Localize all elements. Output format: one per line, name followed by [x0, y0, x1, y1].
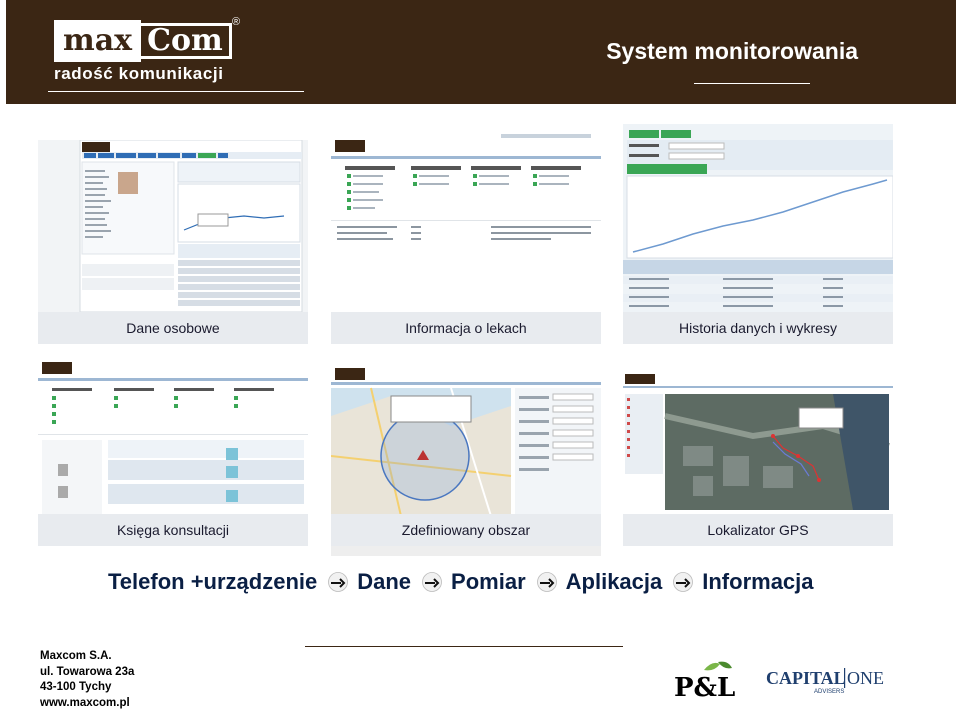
right-arrow-icon [328, 572, 349, 592]
maxcom-logo: max Com ® [54, 16, 240, 62]
tile-history-chart-screenshot [623, 124, 893, 312]
company-address: Maxcom S.A. ul. Towarowa 23a 43-100 Tych… [40, 649, 134, 711]
history-chart-screenshot-image [623, 124, 893, 312]
flow-step-information: Informacja [702, 569, 814, 594]
right-arrow-icon [536, 572, 557, 592]
flow-step-data: Dane [357, 569, 412, 594]
tile-consultation-book-screenshot [38, 356, 308, 514]
tagline-underline [48, 91, 304, 92]
caption-medication-info: Informacja o lekach [331, 312, 601, 344]
company-name: Maxcom S.A. [40, 650, 112, 662]
footer-divider [305, 646, 623, 647]
svg-text:P&L: P&L [674, 673, 735, 700]
svg-text:CAPITAL: CAPITAL [766, 668, 846, 688]
tagline: radość komunikacji [54, 64, 224, 83]
registered-mark: ® [232, 16, 241, 28]
tile-personal-data-screenshot [38, 140, 308, 312]
caption-defined-area: Zdefiniowany obszar [331, 514, 601, 546]
process-flow: Telefon +urządzenie Dane Pomiar Aplikacj… [108, 569, 814, 595]
medication-info-screenshot-image [331, 124, 601, 312]
svg-text:ONE: ONE [847, 668, 884, 688]
flow-step-phone-device: Telefon +urządzenie [108, 569, 318, 594]
street-address: ul. Towarowa 23a [40, 665, 135, 678]
flow-step-measurement: Pomiar [451, 569, 526, 594]
flow-step-application: Aplikacja [565, 569, 663, 594]
caption-gps-locator: Lokalizator GPS [623, 514, 893, 546]
gps-locator-map-screenshot-image [623, 356, 893, 514]
caption-personal-data: Dane osobowe [38, 312, 308, 344]
tile-gps-locator-screenshot [623, 356, 893, 514]
logo-text-max: max [54, 20, 142, 62]
caption-consultation-book: Księga konsultacji [38, 514, 308, 546]
consultation-book-screenshot-image [38, 356, 308, 514]
right-arrow-icon [422, 572, 442, 592]
page-title: System monitorowania [606, 38, 858, 64]
logo-text-com: Com [141, 23, 232, 59]
personal-data-screenshot-image [38, 140, 308, 312]
title-underline [694, 83, 810, 84]
svg-text:ADVISERS: ADVISERS [814, 689, 844, 695]
website-link[interactable]: www.maxcom.pl [40, 696, 134, 711]
postal-city: 43-100 Tychy [40, 681, 112, 693]
caption-history-charts: Historia danych i wykresy [623, 312, 893, 344]
header-band: max Com ® radość komunikacji System moni… [6, 0, 956, 104]
capital-one-advisers-logo: CAPITAL ONE ADVISERS [766, 666, 894, 701]
pl-partner-logo: P&L [674, 660, 740, 705]
right-arrow-icon [673, 572, 694, 592]
tile-medication-info-screenshot [331, 124, 601, 312]
